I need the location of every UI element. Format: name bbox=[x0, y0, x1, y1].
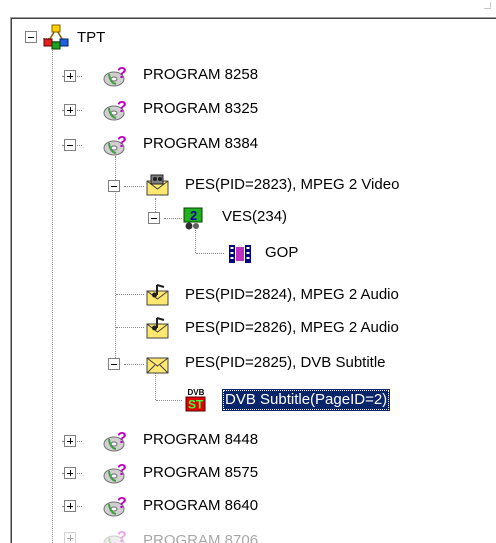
tree-node-label-program[interactable]: PROGRAM 8575 bbox=[143, 462, 258, 484]
tree-connector bbox=[195, 228, 196, 253]
collapse-button[interactable] bbox=[148, 212, 160, 224]
pes-audio-envelope-icon bbox=[145, 315, 169, 339]
collapse-button[interactable] bbox=[108, 358, 120, 370]
svg-text:?: ? bbox=[117, 99, 127, 116]
dvb-st-icon: DVB ST bbox=[183, 386, 207, 412]
program-disc-icon: ? bbox=[103, 428, 127, 452]
tree-node-label-program[interactable]: PROGRAM 8706 bbox=[143, 530, 258, 543]
program-disc-icon: ? bbox=[103, 460, 127, 484]
tree-node-label-pes[interactable]: PES(PID=2826), MPEG 2 Audio bbox=[185, 317, 399, 339]
svg-text:?: ? bbox=[117, 65, 127, 82]
program-disc-icon: ? bbox=[103, 63, 127, 87]
film-strip-icon bbox=[227, 241, 251, 265]
expand-button[interactable] bbox=[64, 467, 76, 479]
tree-node-label-program[interactable]: PROGRAM 8384 bbox=[143, 133, 258, 155]
tree-node-label-program[interactable]: PROGRAM 8325 bbox=[143, 98, 258, 120]
corner-mark bbox=[484, 2, 491, 9]
tree-connector bbox=[124, 364, 144, 365]
tree-connector bbox=[116, 327, 144, 328]
expand-button[interactable] bbox=[64, 104, 76, 116]
pes-audio-envelope-icon bbox=[145, 282, 169, 306]
svg-text:DVB: DVB bbox=[188, 388, 205, 397]
tree-connector bbox=[155, 372, 156, 400]
tree-node-label-program[interactable]: PROGRAM 8640 bbox=[143, 495, 258, 517]
ves-green-icon: 2 bbox=[181, 205, 205, 230]
collapse-button[interactable] bbox=[64, 139, 76, 151]
expand-button[interactable] bbox=[64, 532, 76, 543]
expand-button[interactable] bbox=[64, 70, 76, 82]
tree-border bbox=[11, 18, 496, 19]
tree-node-label-gop[interactable]: GOP bbox=[265, 242, 298, 264]
tree-border bbox=[11, 18, 12, 543]
program-disc-icon: ? bbox=[103, 527, 127, 543]
collapse-button[interactable] bbox=[108, 180, 120, 192]
tree-connector bbox=[196, 253, 224, 254]
tree-node-label-pes[interactable]: PES(PID=2823), MPEG 2 Video bbox=[185, 174, 399, 196]
tree-node-label-ves[interactable]: VES(234) bbox=[222, 206, 287, 228]
program-disc-icon: ? bbox=[103, 97, 127, 121]
expand-button[interactable] bbox=[64, 500, 76, 512]
tree-connector bbox=[124, 186, 144, 187]
svg-text:ST: ST bbox=[188, 398, 204, 412]
tree-node-label-pes[interactable]: PES(PID=2824), MPEG 2 Audio bbox=[185, 284, 399, 306]
collapse-button[interactable] bbox=[25, 31, 37, 43]
tree-node-label-pes[interactable]: PES(PID=2825), DVB Subtitle bbox=[185, 352, 386, 374]
svg-text:?: ? bbox=[117, 529, 127, 543]
network-tree-icon bbox=[43, 24, 69, 50]
pes-video-envelope-icon bbox=[145, 172, 169, 196]
expand-button[interactable] bbox=[64, 435, 76, 447]
program-disc-icon: ? bbox=[103, 493, 127, 517]
svg-text:2: 2 bbox=[190, 208, 197, 223]
tree-node-label-tpt[interactable]: TPT bbox=[77, 27, 105, 49]
tree-node-label-dvb-subtitle[interactable]: DVB Subtitle(PageID=2) bbox=[222, 389, 391, 411]
tree-node-label-program[interactable]: PROGRAM 8448 bbox=[143, 429, 258, 451]
pes-subtitle-envelope-icon bbox=[145, 350, 169, 374]
svg-text:?: ? bbox=[117, 462, 127, 479]
program-disc-icon: ? bbox=[103, 132, 127, 156]
tree-node-label-program[interactable]: PROGRAM 8258 bbox=[143, 64, 258, 86]
tree-connector bbox=[164, 218, 182, 219]
svg-text:?: ? bbox=[117, 430, 127, 447]
svg-text:?: ? bbox=[117, 495, 127, 512]
tree-connector bbox=[116, 294, 144, 295]
svg-text:?: ? bbox=[117, 134, 127, 151]
tree-view[interactable]: TPT ? PROGRAM 8258 ? PROGRAM 8325 ? PROG… bbox=[0, 0, 496, 543]
tree-connector bbox=[52, 46, 53, 543]
tree-connector bbox=[156, 400, 182, 401]
